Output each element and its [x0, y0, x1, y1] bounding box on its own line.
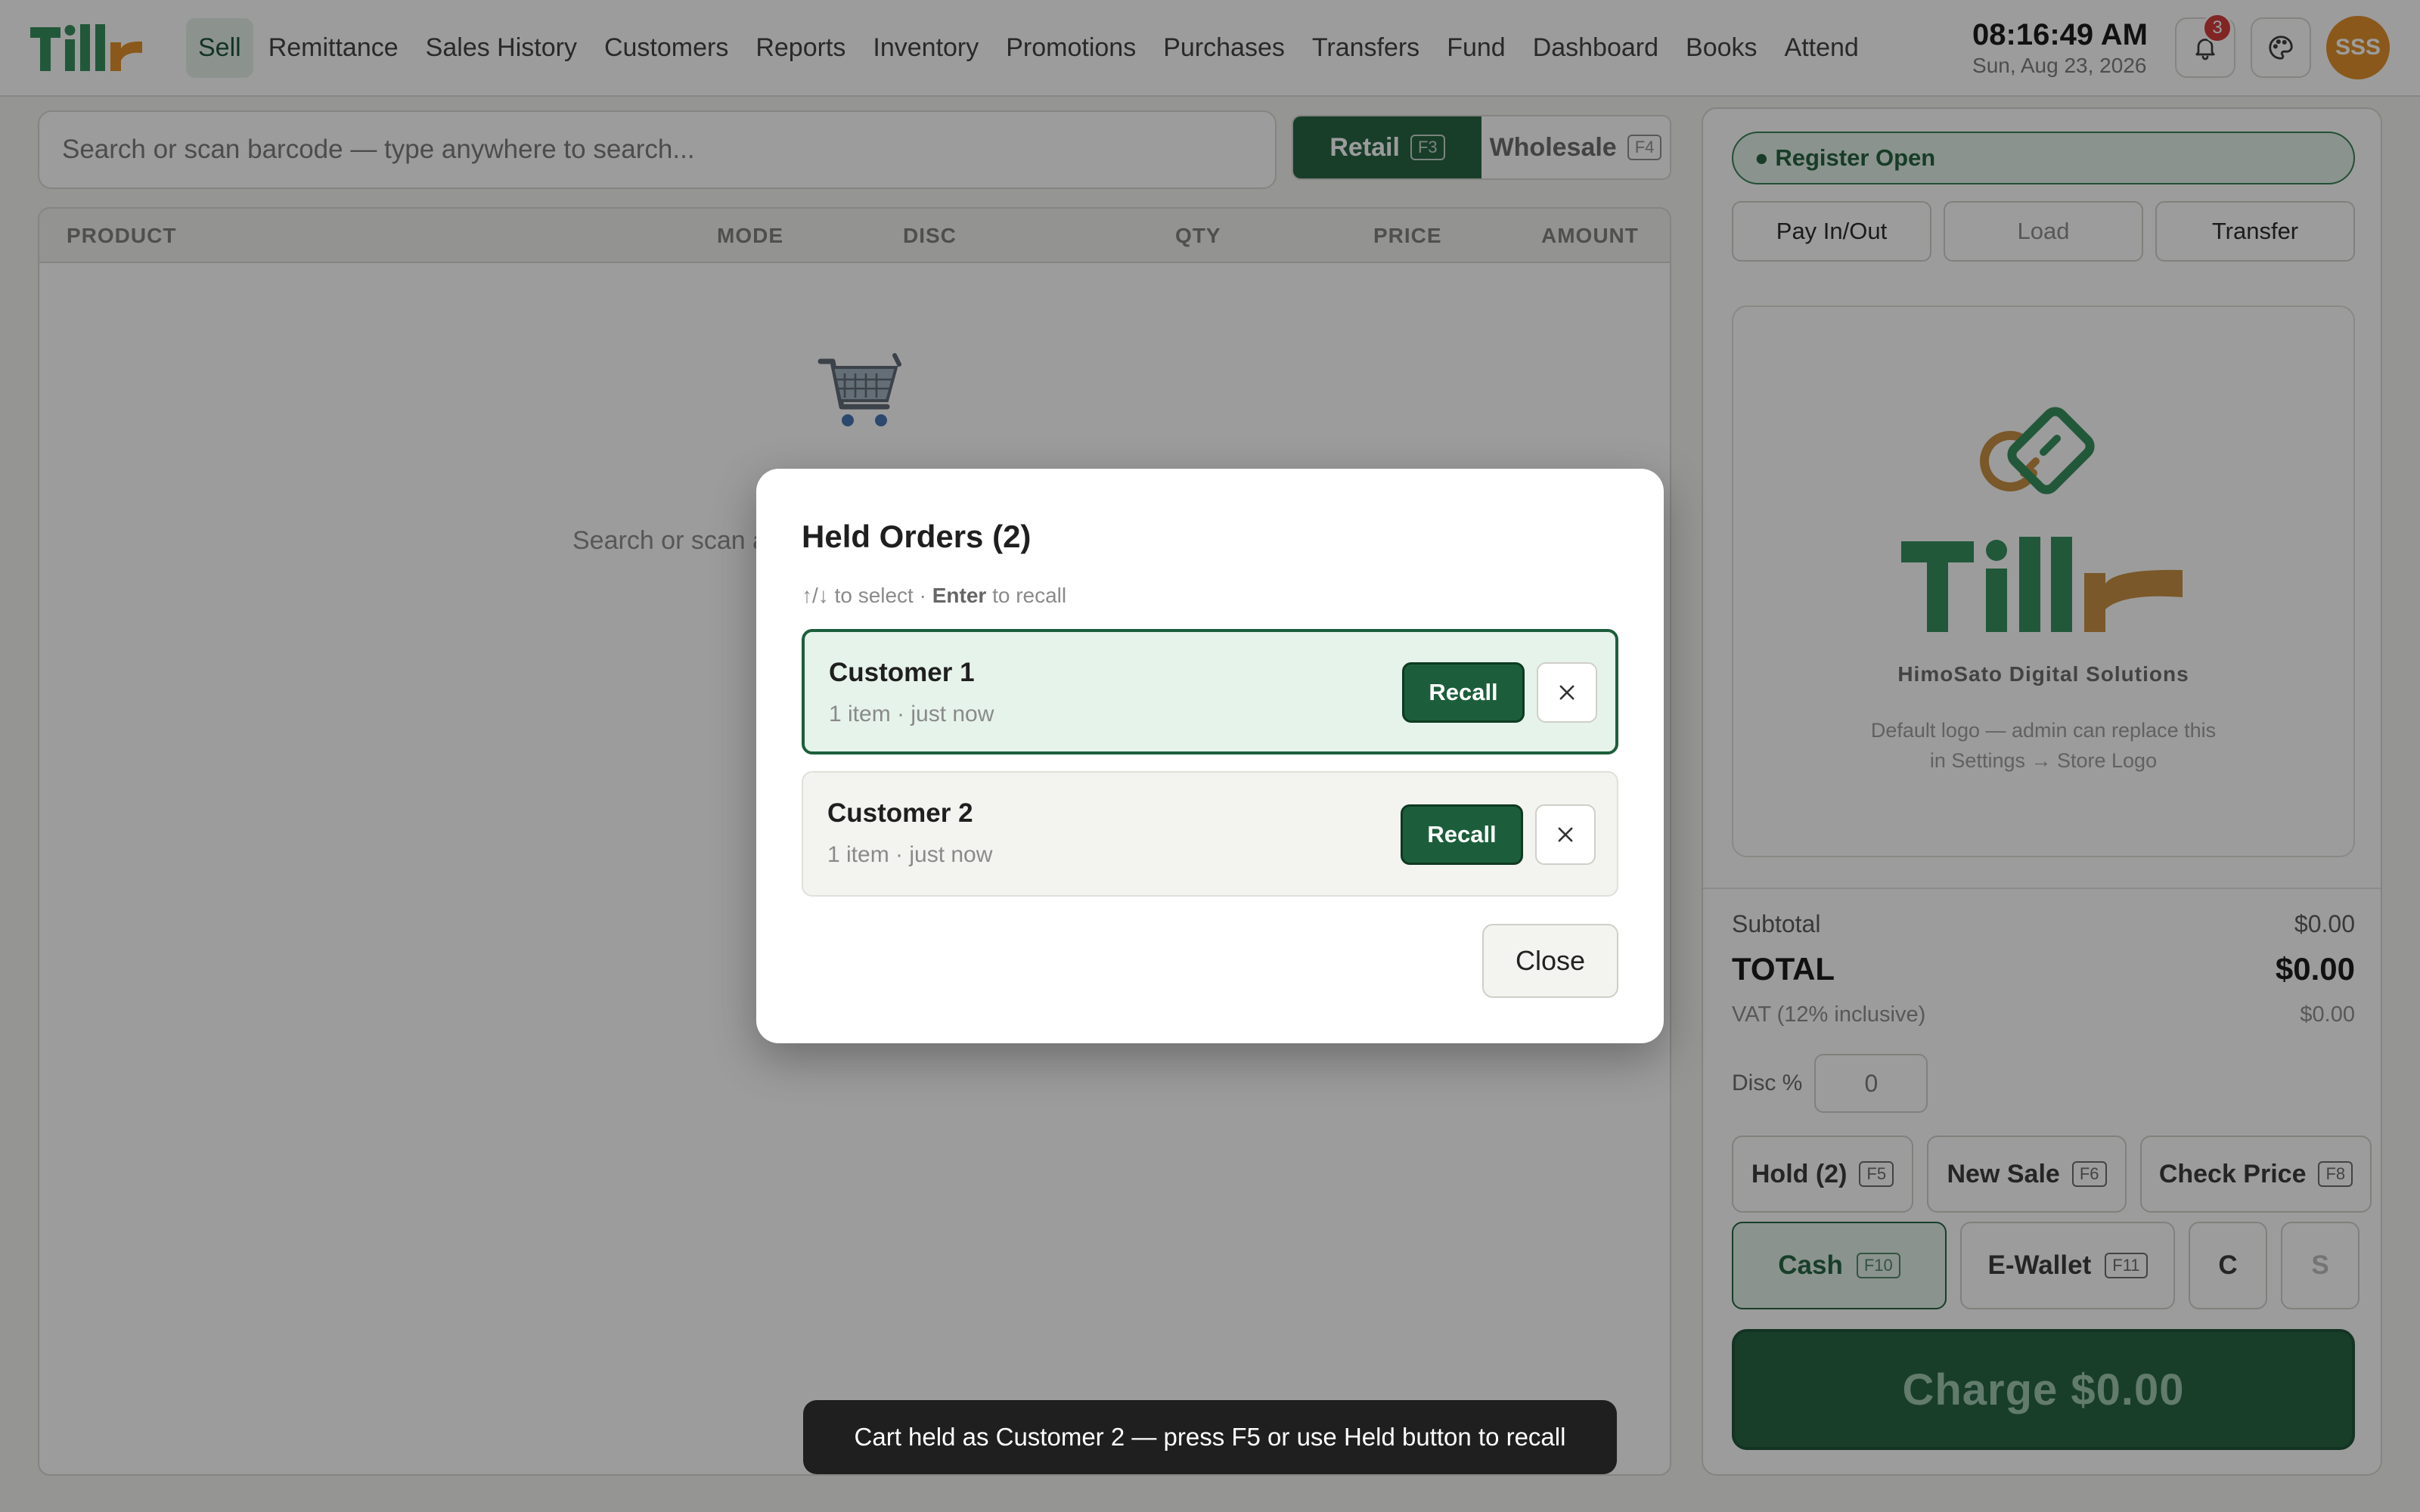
held-order-item[interactable]: Customer 2 1 item · just now Recall — [802, 771, 1618, 897]
held-orders-dialog: Held Orders (2) ↑/↓ to select · Enter to… — [756, 469, 1664, 1043]
held-order-item[interactable]: Customer 1 1 item · just now Recall — [802, 629, 1618, 754]
held-order-name: Customer 2 — [827, 798, 973, 828]
held-order-meta: 1 item · just now — [827, 842, 993, 867]
remove-order-button[interactable] — [1537, 662, 1597, 723]
recall-button[interactable]: Recall — [1402, 662, 1525, 723]
close-dialog-button[interactable]: Close — [1482, 924, 1618, 998]
pos-app: Sell Remittance Sales History Customers Repo… — [0, 0, 2420, 1512]
remove-order-button[interactable] — [1535, 804, 1596, 865]
hint-prefix: ↑/↓ to select · — [802, 584, 932, 607]
held-order-meta: 1 item · just now — [829, 702, 994, 727]
held-order-name: Customer 1 — [829, 658, 975, 687]
close-icon — [1558, 827, 1573, 842]
close-icon — [1559, 685, 1575, 700]
dialog-title: Held Orders (2) — [802, 519, 1032, 554]
hint-enter-key: Enter — [932, 584, 987, 607]
hint-suffix: to recall — [986, 584, 1067, 607]
recall-button[interactable]: Recall — [1401, 804, 1523, 865]
dialog-hint: ↑/↓ to select · Enter to recall — [802, 584, 1066, 608]
toast-notification: Cart held as Customer 2 — press F5 or us… — [803, 1400, 1617, 1474]
modal-backdrop[interactable]: Held Orders (2) ↑/↓ to select · Enter to… — [0, 0, 2420, 1512]
